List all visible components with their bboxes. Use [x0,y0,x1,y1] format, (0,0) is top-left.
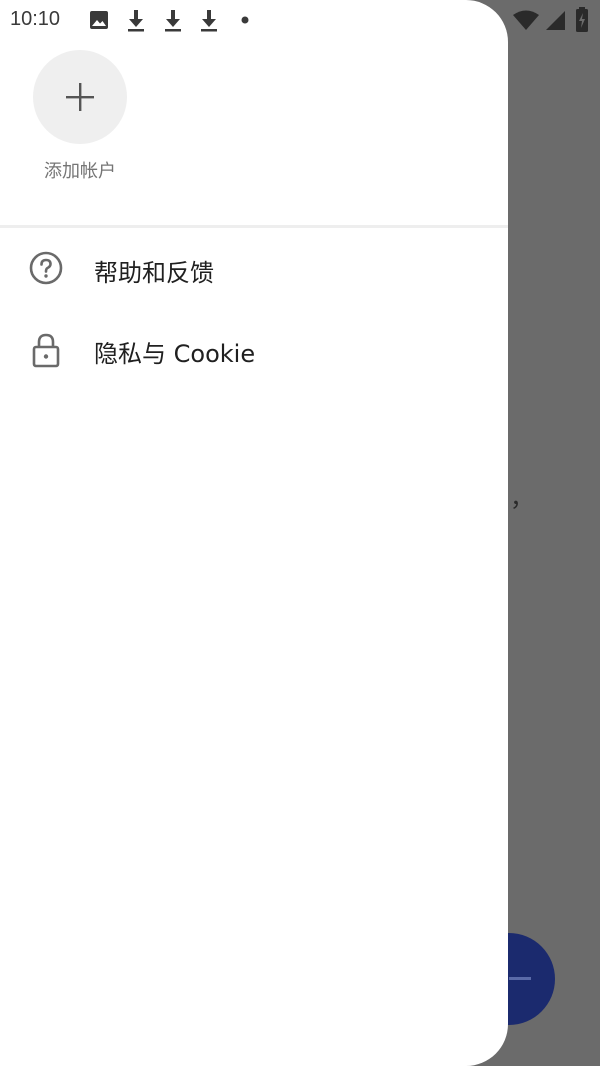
status-time: 10:10 [10,8,61,30]
screen: ， 10:10 添加帐户 帮助和反馈 隐私与 Cookie [0,0,600,1066]
divider [0,225,508,228]
background-text-fragment: ， [510,484,534,512]
plus-icon [66,83,94,111]
add-account-button[interactable]: 添加帐户 [33,50,127,182]
add-account-label: 添加帐户 [44,161,116,182]
navigation-drawer: 添加帐户 帮助和反馈 隐私与 Cookie [0,0,508,1066]
download-icon [128,10,144,32]
menu-item-label: 帮助和反馈 [94,259,214,287]
menu-item-help-feedback[interactable]: 帮助和反馈 [0,233,508,303]
menu-item-privacy-cookie[interactable]: 隐私与 Cookie [0,314,508,384]
download-icon [201,10,217,32]
add-account-circle[interactable] [33,50,127,144]
cellular-icon [546,11,565,30]
image-icon [90,11,108,29]
status-bar: 10:10 [0,0,600,40]
menu-item-label: 隐私与 Cookie [94,340,256,368]
help-icon [29,251,63,285]
download-icon [165,10,181,32]
wifi-icon [513,10,539,30]
lock-icon [32,333,60,368]
battery-charging-icon [576,7,588,32]
dot-icon [241,16,249,24]
fab-glyph-icon [509,977,531,980]
